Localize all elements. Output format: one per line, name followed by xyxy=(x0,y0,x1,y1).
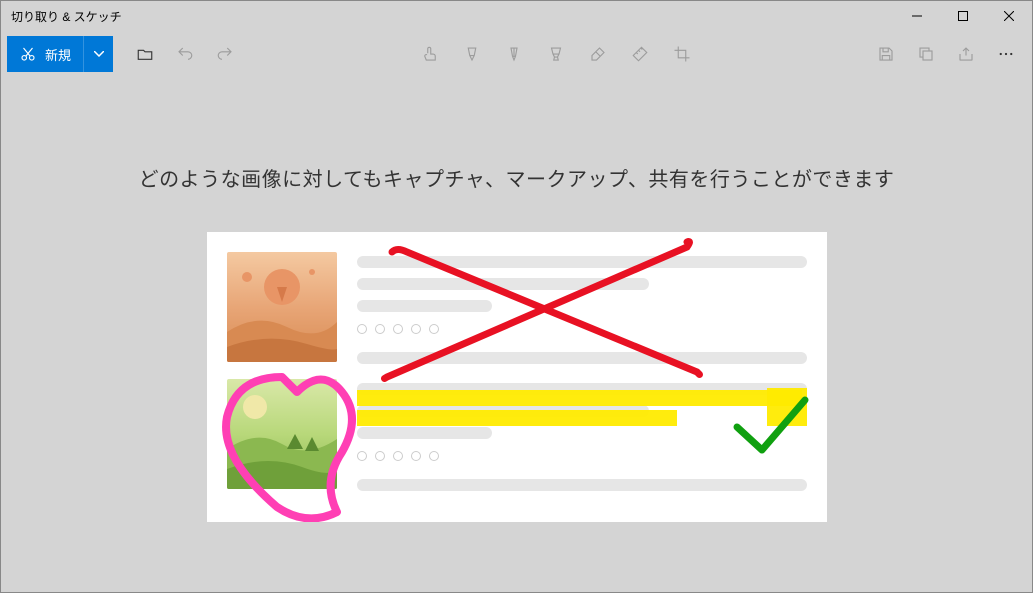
placeholder-dot xyxy=(429,324,439,334)
highlighter-icon xyxy=(547,45,565,63)
snip-icon xyxy=(19,45,37,63)
placeholder-dot xyxy=(411,451,421,461)
undo-icon xyxy=(176,45,194,63)
open-file-button[interactable] xyxy=(125,34,165,74)
copy-button[interactable] xyxy=(906,34,946,74)
placeholder-dot xyxy=(393,324,403,334)
placeholder-dot xyxy=(393,451,403,461)
intro-text: どのような画像に対してもキャプチャ、マークアップ、共有を行うことができます xyxy=(139,163,895,192)
content-area: どのような画像に対してもキャプチャ、マークアップ、共有を行うことができます xyxy=(1,77,1032,592)
placeholder-line xyxy=(357,352,807,364)
placeholder-dot xyxy=(375,451,385,461)
more-icon xyxy=(997,45,1015,63)
illustration-thumb-desert xyxy=(227,252,337,362)
save-button[interactable] xyxy=(866,34,906,74)
new-snip-button[interactable]: 新規 xyxy=(7,36,113,72)
share-button[interactable] xyxy=(946,34,986,74)
undo-button[interactable] xyxy=(165,34,205,74)
minimize-button[interactable] xyxy=(894,1,940,31)
highlighter-button[interactable] xyxy=(536,34,576,74)
pencil-button[interactable] xyxy=(494,34,534,74)
save-icon xyxy=(877,45,895,63)
placeholder-line xyxy=(357,300,492,312)
illustration-thumb-landscape xyxy=(227,379,337,489)
new-button-label: 新規 xyxy=(45,45,71,64)
close-button[interactable] xyxy=(986,1,1032,31)
placeholder-line xyxy=(357,405,650,417)
ballpoint-pen-icon xyxy=(463,45,481,63)
redo-icon xyxy=(216,45,234,63)
more-button[interactable] xyxy=(986,34,1026,74)
folder-open-icon xyxy=(136,45,154,63)
toolbar: 新規 xyxy=(1,31,1032,77)
ruler-button[interactable] xyxy=(620,34,660,74)
placeholder-dot xyxy=(429,451,439,461)
maximize-button[interactable] xyxy=(940,1,986,31)
redo-button[interactable] xyxy=(205,34,245,74)
eraser-icon xyxy=(589,45,607,63)
placeholder-line xyxy=(357,278,650,290)
placeholder-dot xyxy=(375,324,385,334)
placeholder-line xyxy=(357,256,807,268)
crop-icon xyxy=(673,45,691,63)
titlebar: 切り取り & スケッチ xyxy=(1,1,1032,31)
touch-write-icon xyxy=(421,45,439,63)
placeholder-line xyxy=(357,479,807,491)
placeholder-dot xyxy=(357,324,367,334)
window-title: 切り取り & スケッチ xyxy=(11,8,122,25)
placeholder-line xyxy=(357,427,492,439)
placeholder-dot xyxy=(411,324,421,334)
placeholder-dot xyxy=(357,451,367,461)
eraser-button[interactable] xyxy=(578,34,618,74)
welcome-illustration xyxy=(207,232,827,522)
new-dropdown-button[interactable] xyxy=(83,36,113,72)
share-icon xyxy=(957,45,975,63)
ballpoint-pen-button[interactable] xyxy=(452,34,492,74)
crop-button[interactable] xyxy=(662,34,702,74)
copy-icon xyxy=(917,45,935,63)
chevron-down-icon xyxy=(94,51,104,57)
window-controls xyxy=(894,1,1032,31)
pencil-icon xyxy=(505,45,523,63)
touch-writing-button[interactable] xyxy=(410,34,450,74)
ruler-icon xyxy=(631,45,649,63)
placeholder-line xyxy=(357,383,807,395)
